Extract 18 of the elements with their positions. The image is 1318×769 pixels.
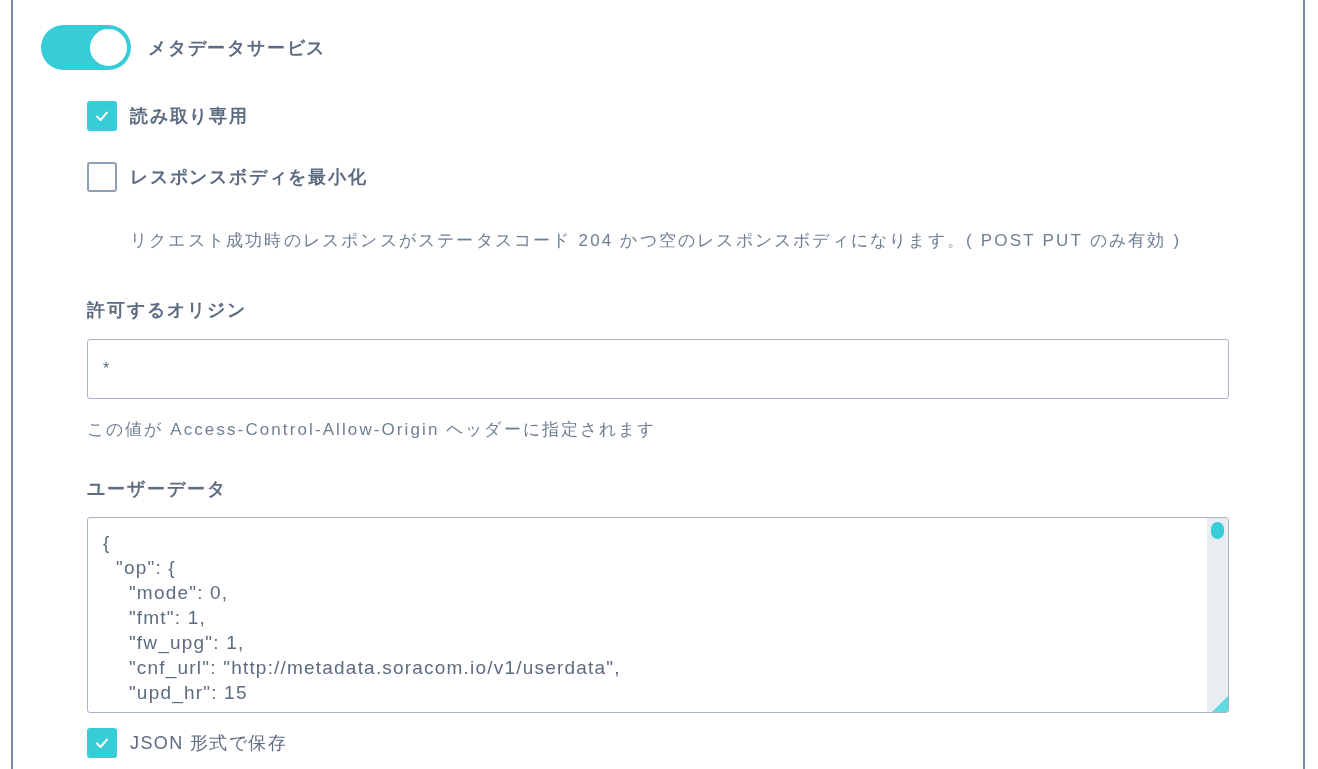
help-text: この値が Access-Control-Allow-Origin ヘッダーに指定されます [87,419,658,441]
toggle-switch[interactable] [41,25,131,70]
checkbox-label: レスポンスボディを最小化 [130,166,368,189]
field-label: 許可するオリジン [87,299,248,322]
origin-input-field[interactable]: * [87,339,1229,399]
checkbox-label: JSON 形式で保存 [130,732,287,755]
resize-handle-icon[interactable] [1211,695,1228,712]
field-label: ユーザーデータ [87,478,228,501]
scrollbar-thumb[interactable] [1211,522,1224,539]
checkbox[interactable] [87,162,117,192]
toggle-label: メタデータサービス [148,36,327,60]
check-icon [95,109,109,123]
checkbox[interactable] [87,101,117,131]
option-description: リクエスト成功時のレスポンスがステータスコード 204 かつ空のレスポンスボディになります。( POST PUT のみ有効 ) [130,230,1183,252]
checkbox-label: 読み取り専用 [130,105,249,128]
check-icon [95,736,109,750]
user-data-textarea[interactable]: { "op": { "mode": 0, "fmt": 1, "fw_upg": 1, "cnf_url": "http://metadata.soracom.io/v1/userdata", "upd_hr": 15 [87,517,1229,713]
checkbox[interactable] [87,728,117,758]
